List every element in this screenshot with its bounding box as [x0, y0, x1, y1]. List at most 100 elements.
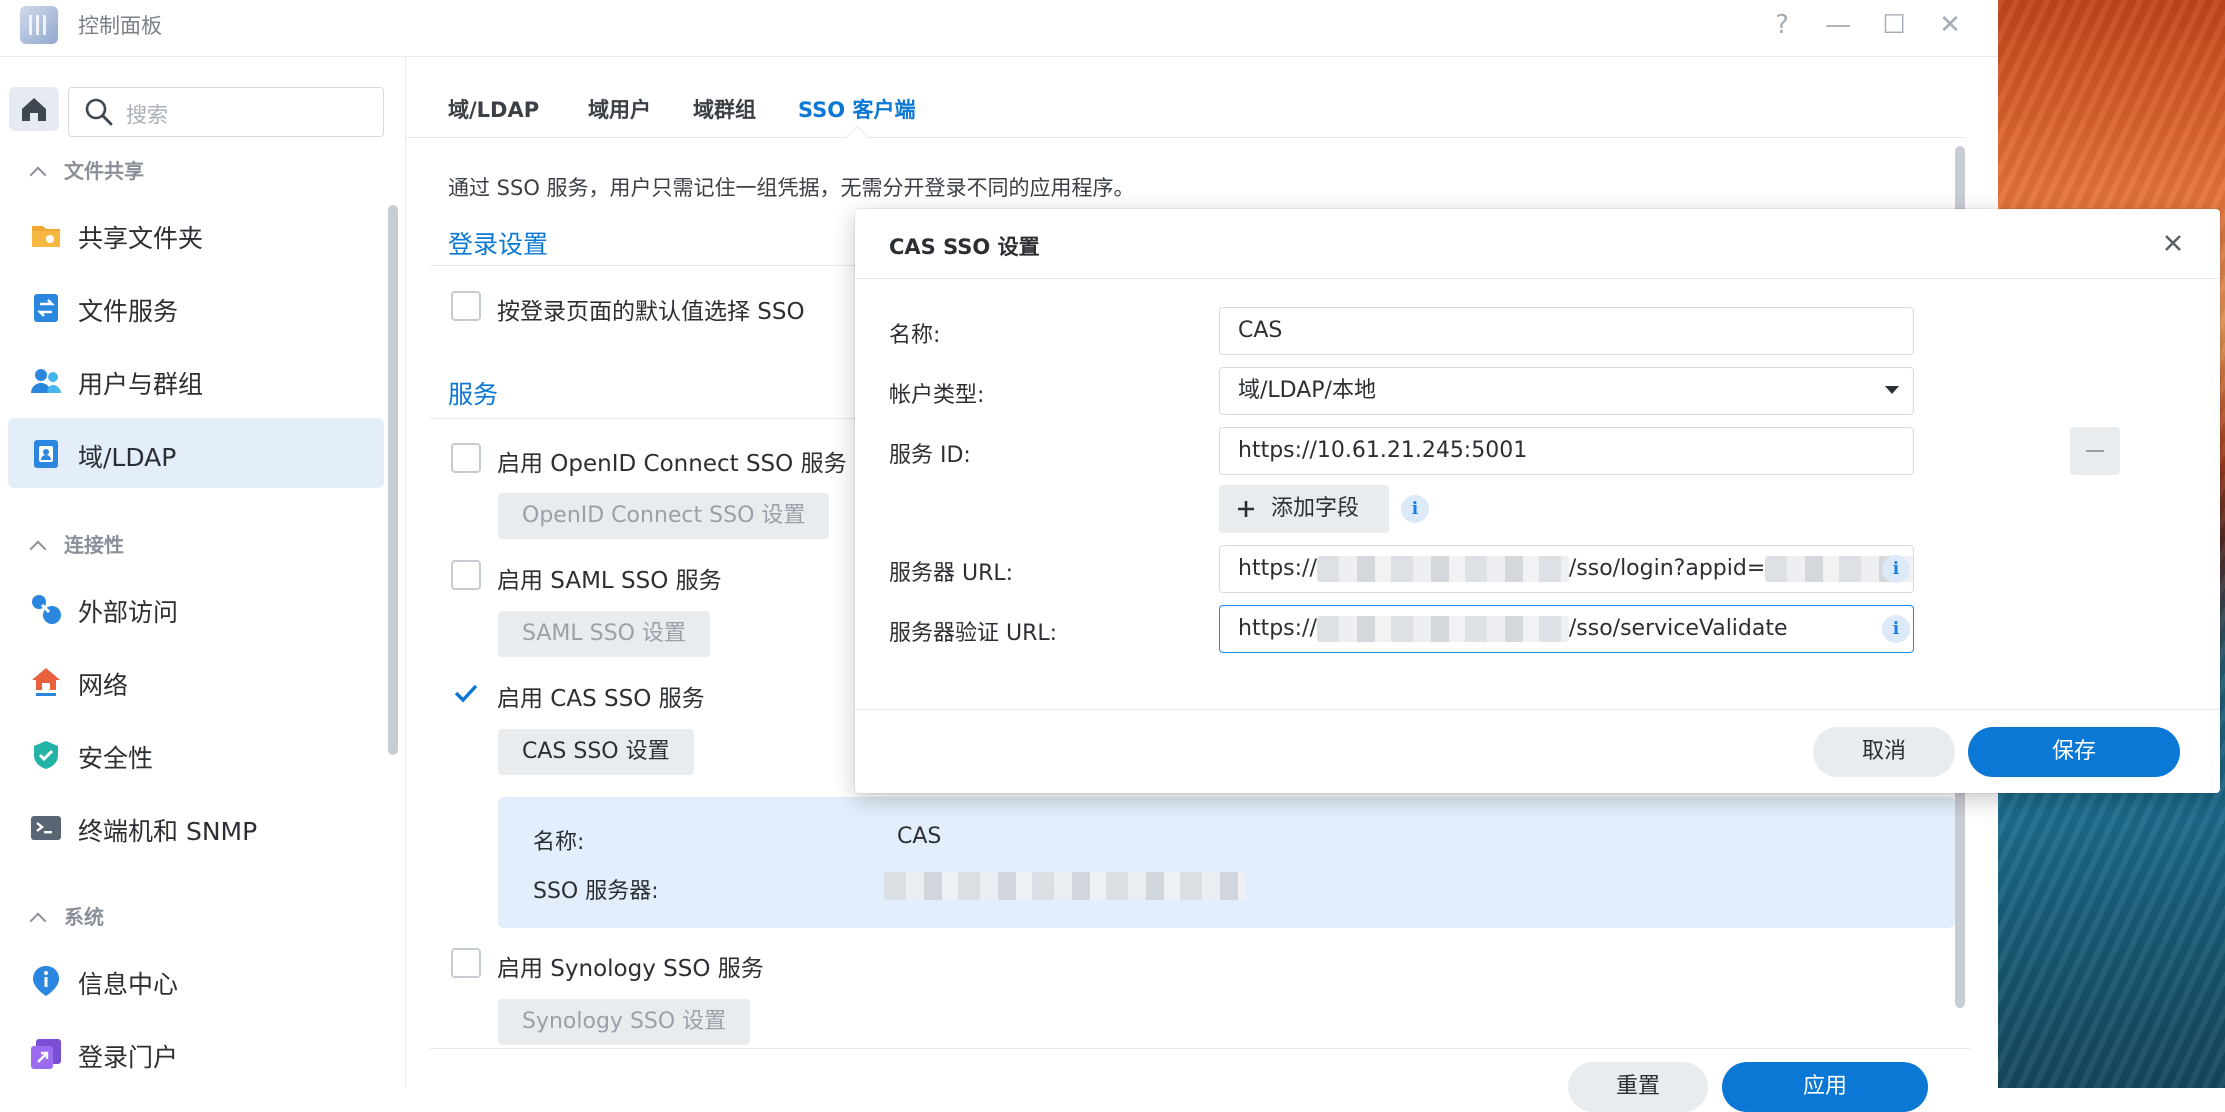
sidebar-item-label: 网络 — [78, 671, 129, 700]
cas-info-panel — [498, 797, 1955, 928]
saml-settings-button[interactable]: SAML SSO 设置 — [498, 611, 710, 657]
tab-domain-ldap[interactable]: 域/LDAP — [448, 94, 539, 124]
openid-settings-button[interactable]: OpenID Connect SSO 设置 — [498, 493, 830, 539]
window-title: 控制面板 — [78, 14, 162, 38]
shield-icon — [30, 739, 62, 771]
cas-info-name-label: 名称: — [533, 830, 585, 855]
openid-label: 启用 OpenID Connect SSO 服务 — [497, 451, 847, 477]
sidebar-item-shared-folder[interactable]: 共享文件夹 — [8, 199, 384, 269]
chevron-up-icon — [29, 166, 47, 184]
redacted-server-value — [884, 872, 1246, 900]
cas-info-name-value: CAS — [897, 824, 942, 849]
service-id-label: 服务 ID: — [889, 443, 971, 468]
title-bar: 控制面板 ? — ☐ ✕ — [0, 0, 1998, 57]
account-type-select[interactable]: 域/LDAP/本地 — [1219, 367, 1914, 415]
sidebar-item-label: 登录门户 — [78, 1043, 179, 1072]
remove-field-button[interactable] — [2070, 427, 2120, 475]
close-icon[interactable] — [2155, 225, 2191, 261]
add-field-button[interactable]: 添加字段 — [1219, 485, 1389, 533]
synology-checkbox[interactable] — [451, 948, 481, 978]
cas-settings-button[interactable]: CAS SSO 设置 — [498, 729, 694, 775]
account-type-label: 帐户类型: — [889, 383, 985, 408]
validate-url-prefix: https:// — [1238, 616, 1317, 641]
sidebar-item-label: 安全性 — [78, 744, 154, 773]
maximize-button[interactable]: ☐ — [1877, 8, 1911, 42]
cas-checkbox[interactable] — [451, 678, 481, 708]
login-portal-icon — [30, 1038, 62, 1070]
validate-url-input[interactable]: https:// /sso/serviceValidate — [1219, 605, 1914, 653]
login-settings-title: 登录设置 — [448, 230, 549, 259]
info-center-icon — [30, 965, 62, 997]
server-url-prefix: https:// — [1238, 556, 1317, 581]
synology-settings-button[interactable]: Synology SSO 设置 — [498, 999, 751, 1045]
section-title: 连接性 — [64, 533, 124, 557]
sidebar-item-user-group[interactable]: 用户与群组 — [8, 345, 384, 415]
section-header-file-sharing[interactable]: 文件共享 — [29, 155, 144, 184]
cancel-button[interactable]: 取消 — [1813, 727, 1955, 777]
save-button[interactable]: 保存 — [1968, 727, 2180, 777]
sidebar-item-login-portal[interactable]: 登录门户 — [8, 1018, 384, 1088]
apply-button[interactable]: 应用 — [1722, 1062, 1928, 1112]
sso-description: 通过 SSO 服务，用户只需记住一组凭据，无需分开登录不同的应用程序。 — [448, 176, 1135, 200]
cas-info-server-label: SSO 服务器: — [533, 879, 659, 904]
help-icon[interactable]: ? — [1765, 8, 1799, 42]
synology-label: 启用 Synology SSO 服务 — [497, 956, 764, 982]
dialog-footer-divider — [855, 709, 2220, 710]
sidebar-item-label: 终端机和 SNMP — [78, 817, 258, 846]
service-id-input[interactable]: https://10.61.21.245:5001 — [1219, 427, 1914, 475]
account-type-value: 域/LDAP/本地 — [1238, 378, 1376, 403]
users-icon — [30, 365, 62, 397]
redacted-host — [1316, 616, 1569, 642]
add-field-label: 添加字段 — [1271, 496, 1360, 521]
file-services-icon — [30, 292, 62, 324]
sidebar-item-network[interactable]: 网络 — [8, 646, 384, 716]
chevron-up-icon — [29, 540, 47, 558]
reset-button[interactable]: 重置 — [1568, 1062, 1708, 1112]
tab-domain-users[interactable]: 域用户 — [588, 94, 651, 124]
openid-checkbox[interactable] — [451, 443, 481, 473]
sidebar-item-info-center[interactable]: 信息中心 — [8, 945, 384, 1015]
default-sso-checkbox[interactable] — [451, 291, 481, 321]
sidebar-item-terminal-snmp[interactable]: 终端机和 SNMP — [8, 792, 384, 862]
chevron-up-icon — [29, 912, 47, 930]
dialog-title: CAS SSO 设置 — [889, 235, 1040, 259]
sidebar-item-file-services[interactable]: 文件服务 — [8, 272, 384, 342]
sidebar-item-domain-ldap[interactable]: 域/LDAP — [8, 418, 384, 488]
validate-url-suffix: /sso/serviceValidate — [1568, 616, 1788, 641]
search-input[interactable] — [68, 87, 384, 137]
plus-icon — [1238, 501, 1254, 517]
saml-checkbox[interactable] — [451, 560, 481, 590]
sidebar-item-security[interactable]: 安全性 — [8, 719, 384, 789]
close-window-button[interactable]: ✕ — [1933, 8, 1967, 42]
checkmark-icon — [454, 684, 478, 703]
terminal-icon — [30, 812, 62, 844]
server-url-info-icon[interactable]: i — [1882, 555, 1910, 583]
add-field-info-icon[interactable]: i — [1401, 495, 1429, 523]
home-button[interactable] — [9, 87, 59, 131]
server-url-input[interactable]: https:// /sso/login?appid= — [1219, 545, 1914, 593]
footer-divider — [430, 1048, 1970, 1049]
tab-domain-groups[interactable]: 域群组 — [693, 94, 756, 124]
cas-sso-settings-dialog: CAS SSO 设置 名称: CAS 帐户类型: 域/LDAP/本地 服务 ID… — [855, 209, 2220, 793]
dropdown-arrow-icon — [1885, 386, 1899, 394]
server-url-suffix: /sso/login?appid= — [1568, 556, 1766, 581]
sidebar: 搜索 文件共享 共享文件夹 文件服务 用户与群组 域/LDAP 连接性 外部访问 — [0, 57, 406, 1088]
services-title: 服务 — [448, 380, 499, 409]
sidebar-item-label: 信息中心 — [78, 970, 179, 999]
section-header-connectivity[interactable]: 连接性 — [29, 529, 124, 558]
server-url-label: 服务器 URL: — [889, 561, 1014, 586]
default-sso-label: 按登录页面的默认值选择 SSO — [497, 299, 805, 325]
name-input[interactable]: CAS — [1219, 307, 1914, 355]
sidebar-item-external-access[interactable]: 外部访问 — [8, 573, 384, 643]
section-title: 系统 — [64, 905, 104, 929]
section-title: 文件共享 — [64, 159, 144, 183]
sidebar-scrollbar[interactable] — [388, 205, 398, 755]
section-header-system[interactable]: 系统 — [29, 901, 104, 930]
tab-divider — [406, 137, 1966, 138]
name-label: 名称: — [889, 323, 941, 348]
validate-url-info-icon[interactable]: i — [1882, 615, 1910, 643]
minimize-button[interactable]: — — [1821, 8, 1855, 42]
control-panel-app-icon — [20, 6, 58, 44]
network-icon — [30, 666, 62, 698]
tab-sso-client[interactable]: SSO 客户端 — [798, 94, 915, 124]
